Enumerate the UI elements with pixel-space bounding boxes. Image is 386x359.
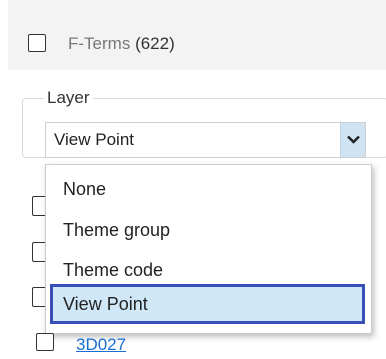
fterms-checkbox[interactable] — [28, 34, 46, 52]
fterms-label-text: F-Terms — [68, 34, 131, 53]
filter-panel: F-Terms (622) Layer View Point None Them… — [8, 0, 386, 359]
list-checkbox-4[interactable] — [36, 333, 54, 351]
term-link-3d027[interactable]: 3D027 — [76, 335, 126, 355]
option-theme-group[interactable]: Theme group — [63, 220, 170, 241]
option-view-point-label: View Point — [63, 294, 148, 314]
layer-dropdown-list: None Theme group Theme code View Point — [45, 164, 372, 334]
option-none[interactable]: None — [63, 179, 106, 200]
chevron-down-icon — [347, 135, 360, 144]
option-view-point[interactable]: View Point — [50, 284, 365, 324]
layer-select-arrow-button[interactable] — [340, 123, 365, 157]
layer-legend: Layer — [44, 88, 93, 108]
layer-select[interactable]: View Point — [45, 122, 366, 158]
fterms-header: F-Terms (622) — [8, 0, 386, 70]
list-checkbox-1[interactable] — [32, 196, 46, 216]
list-checkbox-2[interactable] — [32, 242, 46, 262]
fterms-count: (622) — [135, 34, 175, 53]
fterms-label: F-Terms (622) — [68, 34, 175, 54]
option-theme-code[interactable]: Theme code — [63, 260, 163, 281]
list-checkbox-3[interactable] — [32, 287, 46, 307]
layer-select-value: View Point — [54, 130, 135, 149]
